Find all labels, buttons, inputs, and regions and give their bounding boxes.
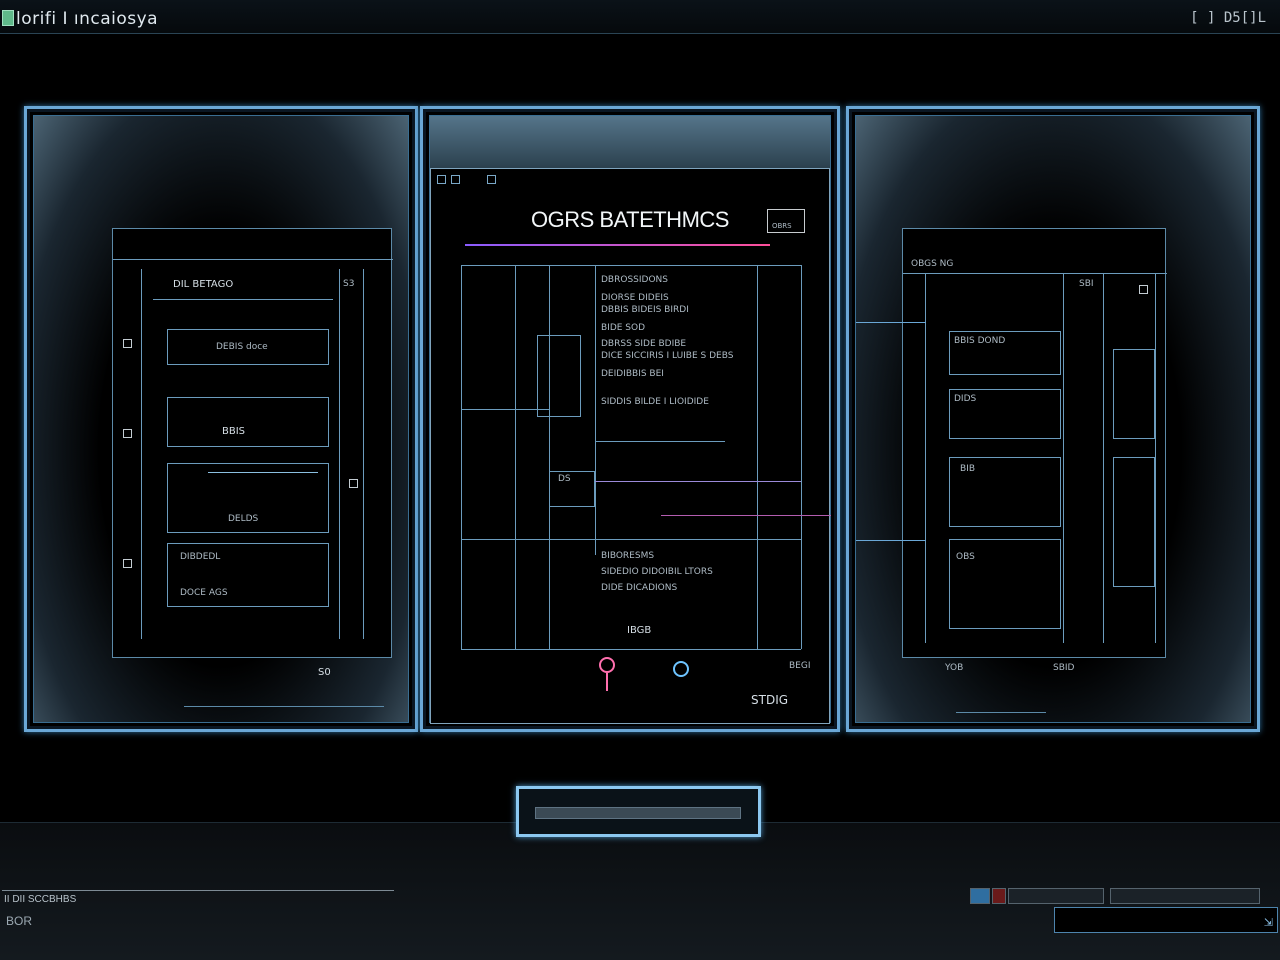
- list-item[interactable]: BBIS DOND: [949, 331, 1061, 375]
- list-item[interactable]: DIBDEDL DOCE AGS: [167, 543, 329, 607]
- app-title: lorifi I ıncaiosya: [16, 9, 159, 29]
- status-divider: [2, 890, 394, 891]
- list-item[interactable]: OBS: [949, 539, 1061, 629]
- tool-strip: [970, 888, 1266, 908]
- app-icon: [2, 10, 14, 26]
- title-underline: [465, 244, 770, 246]
- list-item[interactable]: DEBIS doce: [167, 329, 329, 365]
- left-panel-viewport: DIL BETAGO S3 DEBIS doce BBIS DELDS DIBD…: [33, 115, 409, 723]
- pin-marker-stem: [606, 673, 608, 691]
- page-badge: IBGB: [627, 625, 652, 636]
- right-corner: SBID: [1053, 663, 1075, 673]
- doc-line: BIDE SOD: [601, 323, 646, 333]
- refresh-icon[interactable]: [673, 661, 689, 677]
- right-screen-label: OBGS NG: [911, 259, 954, 269]
- row-icon: [123, 559, 132, 568]
- center-panel-viewport: OGRS BATETHMCS OBRS DS DBROSSIDONS DIORS…: [429, 115, 831, 724]
- right-panel: OBGS NG SBI BBIS DOND DIDS BIB OBS YOB S…: [846, 106, 1260, 732]
- doc-line: DIDE DICADIONS: [601, 583, 678, 593]
- right-screen: OBGS NG SBI BBIS DOND DIDS BIB OBS YOB S…: [902, 228, 1167, 673]
- side-column: [1113, 457, 1155, 587]
- document-view: OGRS BATETHMCS OBRS DS DBROSSIDONS DIORS…: [430, 168, 831, 724]
- doc-line: DEIDIBBIS BEI: [601, 369, 664, 379]
- title-bar: lorifi I ıncaiosya [ ] D5[]L: [0, 0, 1280, 34]
- pin-marker-icon[interactable]: [599, 657, 615, 673]
- tool-button[interactable]: [970, 888, 990, 904]
- list-item[interactable]: DIDS: [949, 389, 1061, 439]
- bottom-tag: STDIG: [751, 693, 789, 707]
- right-footer: YOB: [945, 663, 964, 673]
- row-icon: [1139, 285, 1148, 294]
- right-panel-viewport: OBGS NG SBI BBIS DOND DIDS BIB OBS YOB S…: [855, 115, 1251, 723]
- status-sub-label: BOR: [6, 914, 33, 928]
- status-text: II DII SCCBHBS: [4, 894, 77, 905]
- doc-line: DBBIS BIDEIS BIRDI: [601, 305, 689, 315]
- window-controls[interactable]: [ ] D5[]L: [1190, 10, 1266, 26]
- tool-button[interactable]: [992, 888, 1006, 904]
- doc-line: DBRSS SIDE BDIBE: [601, 339, 687, 349]
- right-tag: BEGI: [789, 661, 811, 671]
- center-panel: OGRS BATETHMCS OBRS DS DBROSSIDONS DIORS…: [420, 106, 840, 732]
- toolbar-icon[interactable]: [487, 175, 496, 184]
- tool-button[interactable]: [1008, 888, 1104, 904]
- mini-box: DS: [549, 471, 595, 507]
- side-column: [1113, 349, 1155, 439]
- doc-line: DBROSSIDONS: [601, 275, 668, 285]
- button-bar: [535, 807, 741, 819]
- list-item[interactable]: BIB: [949, 457, 1061, 527]
- list-item[interactable]: BBIS: [167, 397, 329, 447]
- left-screen-label: DIL BETAGO: [173, 279, 234, 290]
- doc-line: BIBORESMS: [601, 551, 655, 561]
- doc-line: SIDEDIO DIDOIBIL LTORS: [601, 567, 713, 577]
- left-footer: S0: [318, 667, 331, 678]
- doc-line: DIORSE DIDEIS: [601, 293, 669, 303]
- right-side-label: SBI: [1079, 279, 1094, 289]
- expand-icon[interactable]: ⇲: [1264, 916, 1273, 929]
- sidebar-box: [537, 335, 581, 417]
- input-field[interactable]: ⇲: [1054, 907, 1278, 933]
- primary-action-button[interactable]: [516, 786, 761, 837]
- row-icon: [349, 479, 358, 488]
- list-item[interactable]: DELDS: [167, 463, 329, 533]
- left-side-label: S3: [343, 279, 355, 289]
- doc-line: SIDDIS BILDE I LIOIDIDE: [601, 397, 709, 407]
- row-icon: [123, 339, 132, 348]
- row-icon: [123, 429, 132, 438]
- doc-line: DICE SICCIRIS I LUIBE S DEBS: [601, 351, 734, 361]
- left-screen: DIL BETAGO S3 DEBIS doce BBIS DELDS DIBD…: [112, 228, 393, 678]
- left-panel: DIL BETAGO S3 DEBIS doce BBIS DELDS DIBD…: [24, 106, 418, 732]
- toolbar-icon[interactable]: [451, 175, 460, 184]
- tool-button[interactable]: [1110, 888, 1260, 904]
- toolbar-icon[interactable]: [437, 175, 446, 184]
- stamp-box: OBRS: [767, 209, 805, 233]
